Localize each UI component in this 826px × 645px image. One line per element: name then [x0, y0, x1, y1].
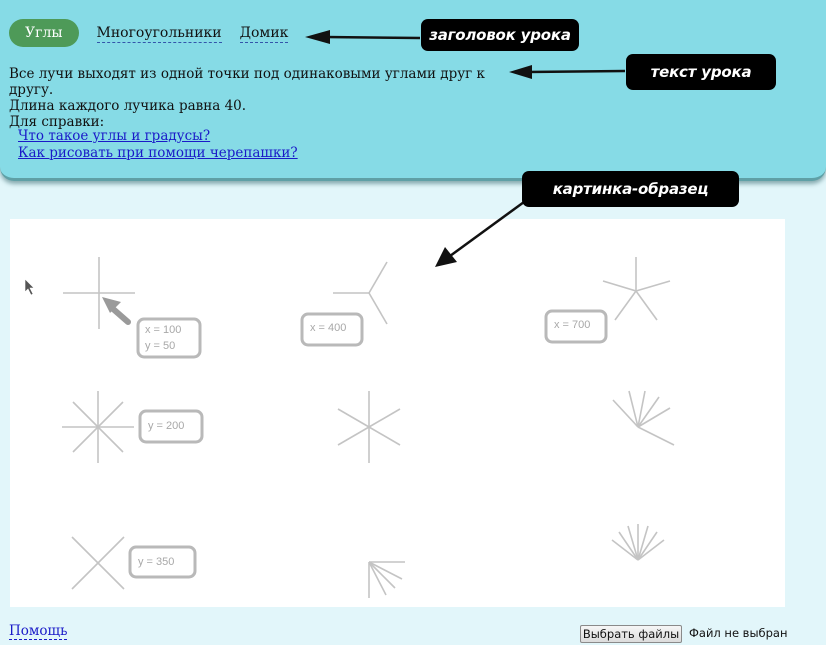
choose-files-button[interactable]: Выбрать файлы — [580, 625, 682, 643]
coord-box-second: x = 400 — [300, 312, 364, 347]
star-fan-rays — [612, 390, 675, 446]
coord-y-50: y = 50 — [145, 340, 175, 352]
help-link[interactable]: Помощь — [9, 623, 68, 640]
coord-box-row2: y = 200 — [138, 409, 204, 444]
arrow-to-text-icon — [509, 65, 626, 79]
coord-x-100: x = 100 — [145, 324, 181, 336]
star-6-rays — [337, 391, 401, 463]
callout-sample-picture: картинка-образец — [522, 171, 739, 207]
star-corner-rays — [368, 561, 405, 598]
coord-box-row3: y = 350 — [128, 545, 197, 579]
coord-box-first: x = 100 y = 50 — [136, 317, 202, 359]
coord-box-third: x = 700 — [544, 309, 608, 344]
coord-x-400: x = 400 — [310, 322, 346, 334]
star-5-rays — [602, 257, 671, 321]
file-status: Файл не выбран — [689, 626, 788, 640]
arrow-to-title-icon — [305, 30, 421, 44]
sample-drawing-overlay: x = 100 y = 50 x = 400 x = 700 y = 200 y… — [24, 30, 675, 598]
coord-x-700: x = 700 — [554, 319, 590, 331]
star-x-rays — [71, 536, 125, 590]
coord-y-200: y = 200 — [148, 420, 184, 432]
callout-lesson-title: заголовок урока — [421, 19, 579, 51]
star-8-rays — [62, 391, 134, 463]
pointer-arrow-icon — [102, 297, 131, 325]
callout-lesson-text: текст урока — [626, 54, 776, 90]
mouse-cursor-icon — [24, 278, 35, 296]
coord-y-350: y = 350 — [138, 556, 174, 568]
star-half-fan-rays — [611, 524, 665, 561]
arrow-to-picture-icon — [435, 200, 525, 267]
